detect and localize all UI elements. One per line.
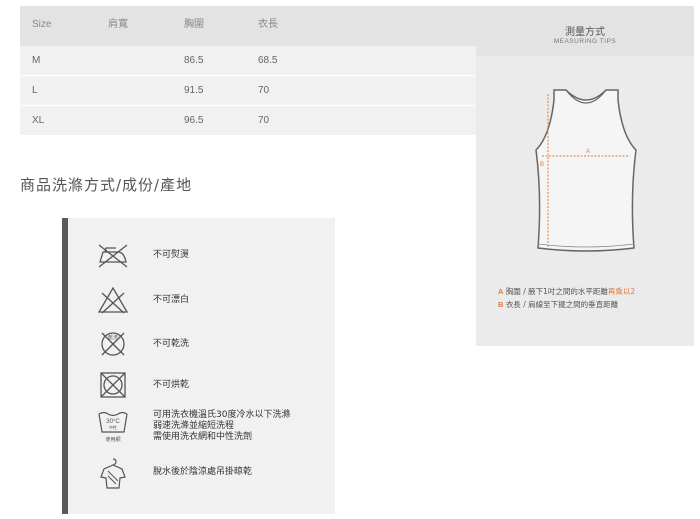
care-item-text: 不可乾洗 bbox=[153, 339, 190, 349]
dry-clean-label: 乾洗 bbox=[108, 334, 118, 341]
measuring-panel: 測量方式 MEASURING TIPS A B A 胸圍 / 腋下1吋之間的水平… bbox=[476, 6, 694, 346]
legend-key-a: A bbox=[498, 287, 504, 296]
row-chest: 96.5 bbox=[184, 115, 204, 126]
no-bleach-icon bbox=[97, 286, 129, 314]
legend-accent-a: 再乘以2 bbox=[607, 287, 636, 296]
machine-wash-30-icon: 30°C 中性 使用網 bbox=[98, 411, 128, 443]
care-item-text: 可用洗衣機溫氏30度冷水以下洗滌 bbox=[153, 410, 291, 420]
legend-text-b: 衣長 / 肩線至下擺之間的垂直距離 bbox=[505, 300, 619, 309]
row-length: 70 bbox=[258, 115, 270, 126]
header-size: Size bbox=[32, 19, 52, 30]
care-item-text: 不可烘乾 bbox=[153, 380, 190, 390]
measure-label-a: A bbox=[586, 149, 590, 155]
care-item-text: 脫水後於陰涼處吊掛晾乾 bbox=[153, 467, 253, 477]
wash-mild-label: 中性 bbox=[109, 424, 117, 430]
care-item-text: 弱速洗滌並縮短洗程 bbox=[153, 421, 235, 431]
row-size: XL bbox=[32, 115, 45, 126]
care-panel-bar bbox=[62, 218, 68, 514]
garment-outline bbox=[535, 89, 637, 252]
row-chest: 91.5 bbox=[184, 85, 204, 96]
no-dry-clean-icon: 乾洗 bbox=[101, 332, 125, 356]
measuring-subtitle: MEASURING TIPS bbox=[553, 38, 617, 45]
row-size: L bbox=[32, 85, 38, 96]
care-item-text: 需使用洗衣網和中性洗劑 bbox=[153, 432, 253, 442]
table-row: L 91.5 70 bbox=[20, 76, 476, 106]
tank-top-diagram: A B bbox=[535, 89, 637, 252]
row-size: M bbox=[32, 55, 41, 66]
care-item-text: 不可漂白 bbox=[153, 295, 190, 305]
size-table: Size 肩寬 胸圍 衣長 M 86.5 68.5 L 91.5 70 XL 9… bbox=[20, 6, 476, 136]
size-table-header: Size 肩寬 胸圍 衣長 bbox=[20, 6, 476, 46]
measuring-title: 測量方式 bbox=[565, 27, 605, 38]
table-row: XL 96.5 70 bbox=[20, 106, 476, 136]
header-length: 衣長 bbox=[258, 19, 278, 30]
hang-dry-shade-icon bbox=[100, 458, 126, 489]
legend-text-a: 胸圍 / 腋下1吋之間的水平距離 bbox=[505, 287, 608, 296]
care-section-title: 商品洗滌方式/成份/產地 bbox=[20, 176, 193, 194]
wash-net-label: 使用網 bbox=[105, 436, 120, 443]
care-panel: 不可熨燙 不可漂白 乾洗 不可乾洗 不可烘乾 30°C 中性 使用網 可用洗衣機… bbox=[62, 218, 335, 514]
measure-label-b: B bbox=[540, 162, 544, 168]
legend-b: B 衣長 / 肩線至下擺之間的垂直距離 bbox=[498, 299, 618, 310]
table-row: M 86.5 68.5 bbox=[20, 46, 476, 76]
row-length: 68.5 bbox=[258, 55, 278, 66]
no-tumble-dry-icon bbox=[100, 372, 126, 398]
care-item-text: 不可熨燙 bbox=[153, 250, 190, 260]
legend-key-b: B bbox=[498, 300, 504, 309]
row-chest: 86.5 bbox=[184, 55, 204, 66]
header-shoulder: 肩寬 bbox=[108, 19, 128, 30]
row-length: 70 bbox=[258, 85, 270, 96]
legend-a: A 胸圍 / 腋下1吋之間的水平距離再乘以2 bbox=[498, 286, 635, 297]
measuring-header: 測量方式 MEASURING TIPS bbox=[476, 6, 694, 56]
header-chest: 胸圍 bbox=[184, 19, 204, 30]
no-iron-icon bbox=[98, 244, 128, 268]
